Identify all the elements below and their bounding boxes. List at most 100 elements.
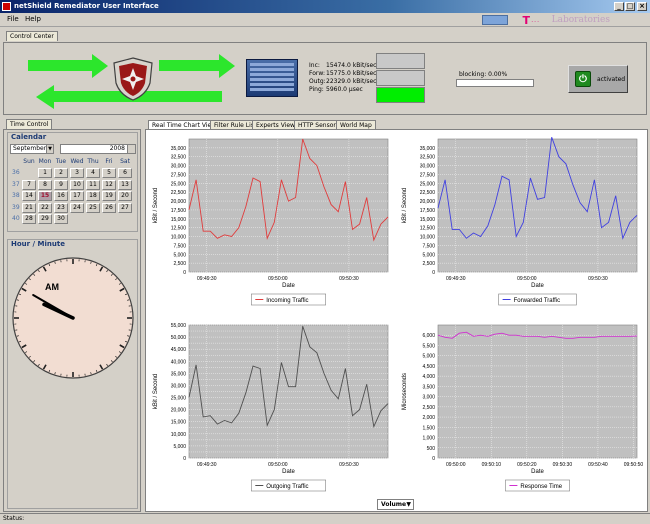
calendar-day[interactable]: 13 bbox=[118, 179, 132, 190]
spinner-icon[interactable] bbox=[127, 145, 135, 153]
y-tick-label: 17,500 bbox=[171, 208, 187, 214]
calendar-day[interactable]: 15 bbox=[38, 191, 52, 201]
chart-2: 0 2,500 5,000 7,500 10,000 12,500 15,000 17,500… bbox=[402, 137, 638, 306]
calendar-day[interactable]: 27 bbox=[118, 202, 132, 213]
chart-3: 0 5,000 10,000 15,000 20,000 25,000 30,000 35,0… bbox=[153, 323, 389, 492]
menu-help[interactable]: Help bbox=[25, 15, 41, 23]
incoming-arrow-right-head-icon bbox=[219, 54, 235, 78]
y-tick-label: 40,000 bbox=[171, 359, 187, 365]
analog-clock[interactable]: AM bbox=[11, 250, 135, 500]
incoming-arrow-right-body bbox=[159, 60, 221, 71]
calendar-day[interactable]: 3 bbox=[70, 168, 84, 178]
y-tick-label: 50,000 bbox=[171, 335, 187, 341]
plot-area bbox=[188, 138, 389, 273]
calendar-day[interactable]: 5 bbox=[102, 168, 116, 178]
menu-file[interactable]: File bbox=[7, 15, 19, 23]
y-tick-label: 5,000 bbox=[422, 252, 435, 258]
app-icon bbox=[2, 2, 11, 11]
legend-label: Forwarded Traffic bbox=[514, 298, 561, 304]
window-title: netShield Remediator User Interface bbox=[14, 2, 159, 10]
calendar-day[interactable]: 29 bbox=[38, 214, 52, 224]
maximize-button[interactable]: □ bbox=[625, 2, 635, 11]
calendar-day[interactable]: 25 bbox=[86, 202, 100, 213]
status-indicator-3 bbox=[376, 87, 425, 103]
chart-1: 0 2,500 5,000 7,500 10,000 12,500 15,000 17,500… bbox=[153, 138, 389, 306]
month-select[interactable]: September ▼ bbox=[10, 144, 54, 154]
calendar-day[interactable]: 14 bbox=[22, 191, 36, 201]
status-indicator-1 bbox=[376, 53, 425, 69]
minimize-button[interactable]: _ bbox=[614, 2, 624, 11]
y-axis-label: kBit / Second bbox=[153, 188, 159, 223]
x-axis-label: Date bbox=[282, 469, 295, 475]
calendar-day[interactable]: 1 bbox=[38, 168, 52, 178]
y-axis-label: kBit / Second bbox=[402, 188, 408, 223]
x-tick-label: 09:50:20 bbox=[517, 462, 537, 468]
y-tick-label: 12,500 bbox=[420, 226, 436, 232]
weekday-label: Wed bbox=[70, 158, 84, 165]
y-tick-label: 20,000 bbox=[171, 408, 187, 414]
calendar-day[interactable]: 18 bbox=[86, 191, 100, 201]
year-spinner[interactable]: 2008 bbox=[60, 144, 136, 154]
calendar-day[interactable]: 19 bbox=[102, 191, 116, 201]
brand-mark: T bbox=[522, 14, 530, 27]
menu-bar: File Help T ··· Laboratories bbox=[0, 13, 650, 27]
calendar-day[interactable]: 10 bbox=[70, 179, 84, 190]
volume-select[interactable]: Volume ▼ bbox=[377, 499, 414, 510]
y-tick-label: 4,500 bbox=[422, 364, 435, 370]
close-button[interactable]: × bbox=[637, 2, 647, 11]
y-tick-label: 30,000 bbox=[420, 164, 436, 170]
y-tick-label: 1,500 bbox=[422, 425, 435, 431]
calendar-day[interactable]: 23 bbox=[54, 202, 68, 213]
x-tick-label: 09:50:50 bbox=[624, 462, 644, 468]
server-icon bbox=[246, 59, 298, 97]
y-tick-label: 22,500 bbox=[420, 190, 436, 196]
calendar-day[interactable]: 12 bbox=[102, 179, 116, 190]
x-tick-label: 09:50:00 bbox=[268, 462, 288, 468]
incoming-arrow-left-head-icon bbox=[92, 54, 108, 78]
calendar-day[interactable]: 28 bbox=[22, 214, 36, 224]
activated-toggle-button[interactable]: ⏻ activated bbox=[568, 65, 628, 93]
calendar-day[interactable]: 26 bbox=[102, 202, 116, 213]
calendar-day[interactable]: 4 bbox=[86, 168, 100, 178]
status-indicator-2 bbox=[376, 70, 425, 86]
calendar-day[interactable]: 8 bbox=[38, 179, 52, 190]
calendar-day[interactable]: 22 bbox=[38, 202, 52, 213]
y-tick-label: 15,000 bbox=[420, 217, 436, 223]
y-tick-label: 3,000 bbox=[422, 395, 435, 401]
shield-icon bbox=[113, 57, 153, 101]
x-tick-label: 09:50:00 bbox=[268, 276, 288, 282]
x-tick-label: 09:49:30 bbox=[197, 462, 217, 468]
incoming-arrow-left-body bbox=[28, 60, 94, 71]
y-tick-label: 32,500 bbox=[171, 155, 187, 161]
calendar-day[interactable]: 21 bbox=[22, 202, 36, 213]
power-icon: ⏻ bbox=[575, 71, 591, 87]
y-tick-label: 25,000 bbox=[171, 396, 187, 402]
calendar-day[interactable]: 11 bbox=[86, 179, 100, 190]
calendar-day[interactable]: 6 bbox=[118, 168, 132, 178]
y-tick-label: 15,000 bbox=[171, 420, 187, 426]
calendar-day[interactable]: 9 bbox=[54, 179, 68, 190]
calendar-day[interactable]: 2 bbox=[54, 168, 68, 178]
tab-time-control[interactable]: Time Control bbox=[6, 119, 53, 129]
calendar-day[interactable]: 7 bbox=[22, 179, 36, 190]
legend-label: Response Time bbox=[520, 484, 562, 490]
chevron-down-icon: ▼ bbox=[46, 145, 53, 153]
y-tick-label: 5,000 bbox=[173, 252, 186, 258]
calendar-day[interactable]: 20 bbox=[118, 191, 132, 201]
y-tick-label: 2,500 bbox=[422, 261, 435, 267]
y-tick-label: 7,500 bbox=[422, 243, 435, 249]
weekday-label: Mon bbox=[38, 158, 52, 165]
stat-outgoing: Outg:22329.0 kBit/sec bbox=[309, 78, 377, 85]
calendar-day[interactable]: 17 bbox=[70, 191, 84, 201]
weekday-label: Sat bbox=[120, 158, 130, 165]
y-axis-label: Microseconds bbox=[402, 373, 408, 410]
calendar-day[interactable]: 24 bbox=[70, 202, 84, 213]
calendar-day[interactable]: 30 bbox=[54, 214, 68, 224]
tab-control-center[interactable]: Control Center bbox=[6, 31, 58, 41]
x-axis-label: Date bbox=[282, 283, 295, 289]
y-tick-label: 45,000 bbox=[171, 347, 187, 353]
y-tick-label: 27,500 bbox=[171, 172, 187, 178]
y-tick-label: 1,000 bbox=[422, 436, 435, 442]
calendar-day[interactable]: 16 bbox=[54, 191, 68, 201]
weekday-label: Thu bbox=[87, 158, 99, 165]
